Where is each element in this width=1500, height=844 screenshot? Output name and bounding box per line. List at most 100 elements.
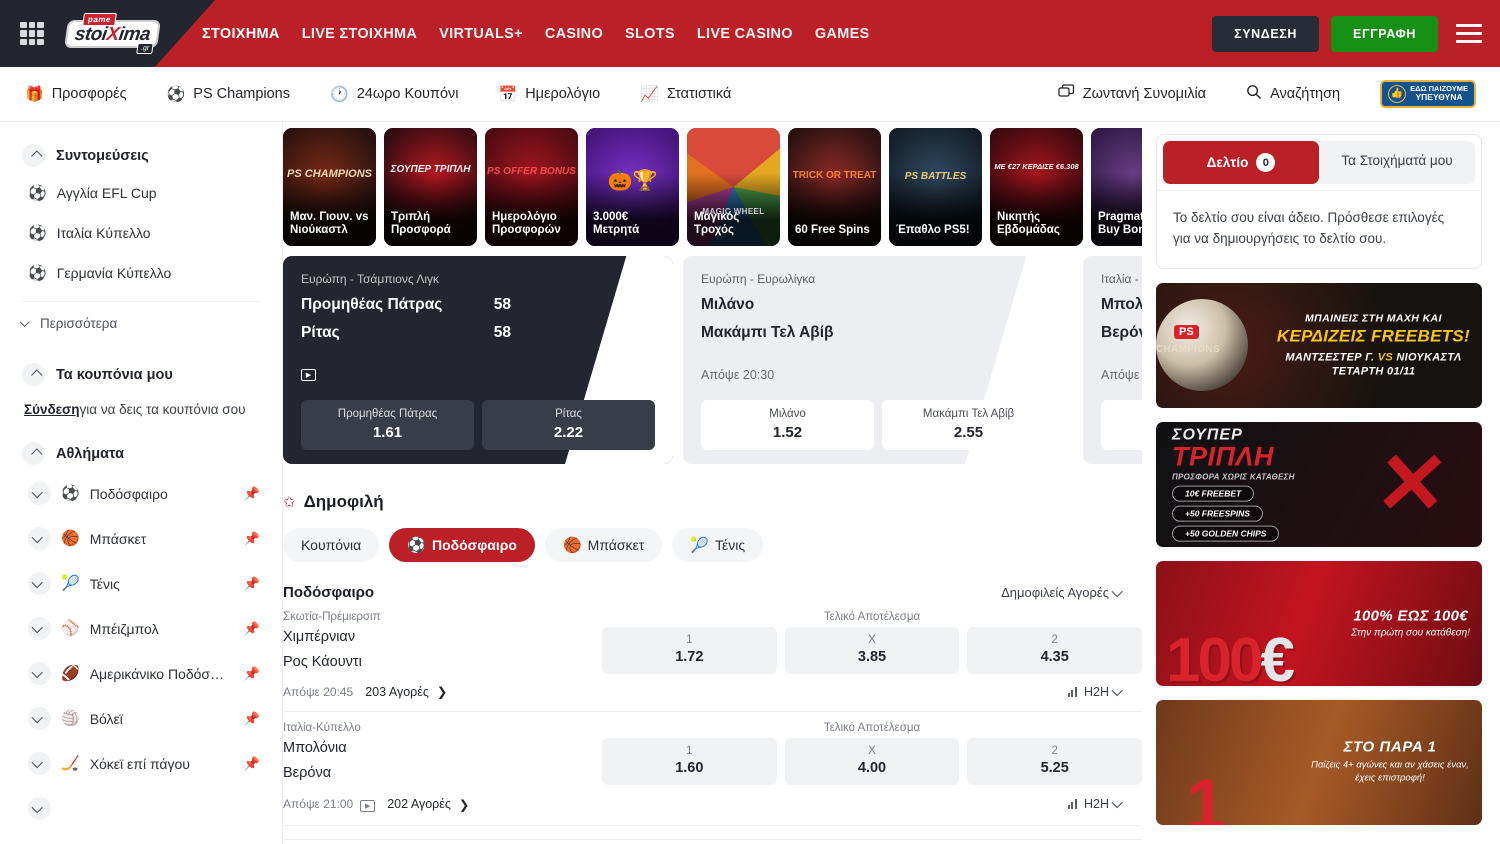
nav-item-stoixima[interactable]: ΣΤΟΙΧΗΜΑ [202, 26, 280, 42]
sidebar-show-more[interactable]: Περισσότερα [22, 302, 260, 341]
featured-odd-button-1[interactable]: 1 1.60 [1101, 400, 1142, 450]
tab-coupons[interactable]: Κουπόνια [283, 528, 379, 562]
odd-button-x[interactable]: X 4.00 [785, 738, 960, 785]
pin-icon[interactable]: 📌 [244, 711, 260, 727]
chevron-down-icon[interactable] [28, 707, 51, 730]
nav-item-slots[interactable]: SLOTS [625, 26, 675, 42]
promo-tile-60-free-spins[interactable]: TRICK OR TREAT 🎰 60 Free Spins [788, 128, 881, 246]
nav-item-casino[interactable]: CASINO [545, 26, 603, 42]
odd-button-2[interactable]: 2 4.35 [967, 627, 1142, 674]
search-button[interactable]: Αναζήτηση [1246, 84, 1340, 104]
betslip-tab-slip[interactable]: Δελτίο 0 [1163, 141, 1319, 184]
sidebar-sport-ice-hockey[interactable]: 🏒 Χόκεϊ επί πάγου 📌 [22, 741, 260, 786]
big-x-graphic: ✕ [1371, 441, 1452, 527]
featured-odd-button-home[interactable]: Μιλάνο 1.52 [701, 400, 874, 450]
sidebar-section-shortcuts[interactable]: Συντομεύσεις [22, 144, 260, 167]
betslip-tab-mybets[interactable]: Τα Στοιχήματά μου [1319, 141, 1475, 184]
subnav-item-ps-champions[interactable]: ⚽ PS Champions [167, 86, 290, 102]
chevron-down-icon[interactable] [28, 662, 51, 685]
rail-banner-super-tripli[interactable]: ✕ ΣΟΥΠΕΡ ΤΡΙΠΛΗ ΠΡΟΣΦΟΡΑ ΧΩΡΙΣ ΚΑΤΑΘΕΣΗ … [1156, 422, 1482, 547]
odd-button-2[interactable]: 2 5.25 [967, 738, 1142, 785]
promo-tile-tripli-prosfora[interactable]: ΣΟΥΠΕΡ ΤΡΙΠΛΗ 🎁 Τριπλή Προσφορά [384, 128, 477, 246]
sidebar-item-efl-cup[interactable]: ⚽ Αγγλία EFL Cup [22, 173, 260, 213]
responsible-gaming-badge[interactable]: 👍 ΕΔΩ ΠΑΙΖΟΥΜΕ ΥΠΕΥΘΥΝΑ [1380, 80, 1476, 108]
sidebar-sport-baseball[interactable]: ⚾ Μπέιζμπολ 📌 [22, 606, 260, 651]
sidebar-sport-football[interactable]: ⚽ Ποδόσφαιρο 📌 [22, 471, 260, 516]
promo-tile-pragmatic-buy-bonus[interactable]: 🎰 Pragmatic Buy Bonus [1091, 128, 1142, 246]
sidebar-sport-tennis[interactable]: 🎾 Τένις 📌 [22, 561, 260, 606]
nav-item-games[interactable]: GAMES [815, 26, 870, 42]
event-info[interactable]: Σκωτία-Πρέμιερσιπ Χιμπέρνιαν Ρος Κάουντι [283, 611, 602, 674]
promo-tile-ps5-prize[interactable]: PS BATTLES 🎁 Έπαθλο PS5! [889, 128, 982, 246]
featured-odd-value-away: 2.22 [486, 424, 651, 441]
sidebar-sport-next-partial[interactable] [22, 786, 260, 831]
markets-selector[interactable]: Δημοφιλείς Αγορές [1001, 585, 1142, 600]
login-button[interactable]: ΣΥΝΔΕΣΗ [1212, 16, 1319, 52]
chevron-down-icon[interactable] [28, 617, 51, 640]
featured-odd-value-home: 1.61 [305, 424, 470, 441]
promo-tile-manutd-newcastle[interactable]: PS CHAMPIONS ⊛ Μαν. Γιουν. vs Νιούκαστλ [283, 128, 376, 246]
hamburger-menu-icon[interactable] [1456, 24, 1482, 43]
featured-odd-button-away[interactable]: Ρίτας 2.22 [482, 400, 655, 450]
event-info[interactable]: Ιταλία-Κύπελλο Μπολόνια Βερόνα [283, 722, 602, 785]
rail-banner-ps-champions[interactable]: PS CHAMPIONS ΜΠΑΙΝΕΙΣ ΣΤΗ ΜΑΧΗ ΚΑΙ ΚΕΡΔΙ… [1156, 283, 1482, 408]
pin-icon[interactable]: 📌 [244, 486, 260, 502]
promo-tile-3000-cash[interactable]: 🎃🏆 ◎ 3.000€ Μετρητά [586, 128, 679, 246]
tab-tennis[interactable]: 🎾 Τένις [672, 528, 763, 562]
subnav-item-statistics[interactable]: 📈 Στατιστικά [640, 86, 731, 102]
event-markets-link[interactable]: 202 Αγορές ❯ [387, 797, 469, 812]
subnav-item-calendar[interactable]: 📅 Ημερολόγιο [499, 86, 601, 102]
odd-button-1[interactable]: 1 1.72 [602, 627, 777, 674]
promo-tile-winner-of-week[interactable]: ΜΕ €27 ΚΕΡΔΙΣΕ €6.308 ▤ Νικητής Εβδομάδα… [990, 128, 1083, 246]
pin-icon[interactable]: 📌 [244, 531, 260, 547]
nav-item-live-casino[interactable]: LIVE CASINO [697, 26, 793, 42]
promo-label: Ημερολόγιο Προσφορών [485, 211, 578, 246]
odd-button-x[interactable]: X 3.85 [785, 627, 960, 674]
coupons-login-link[interactable]: Σύνδεση [24, 402, 80, 417]
chevron-down-icon[interactable] [28, 482, 51, 505]
event-markets-link[interactable]: 203 Αγορές ❯ [365, 684, 447, 699]
rail-banner-welcome-100[interactable]: 100€ 100% ΕΩΣ 100€ Στην πρώτη σου κατάθε… [1156, 561, 1482, 686]
featured-odd-button-home[interactable]: Προμηθέας Πάτρας 1.61 [301, 400, 474, 450]
featured-team-home-name: Προμηθέας Πάτρας [301, 296, 442, 314]
apps-grid-icon[interactable] [20, 22, 44, 46]
event-h2h-button[interactable]: H2H [1068, 685, 1142, 699]
live-chat-button[interactable]: Ζωντανή Συνομιλία [1058, 84, 1206, 103]
event-h2h-button[interactable]: H2H [1068, 797, 1142, 811]
featured-match-card-euroleague[interactable]: Ευρώπη - Ευρωλίγκα Μιλάνο Μακάμπι Τελ Αβ… [683, 256, 1073, 464]
subnav-item-offers[interactable]: 🎁 Προσφορές [25, 86, 127, 102]
featured-odd-label-away: Ρίτας [486, 408, 651, 420]
nav-item-virtuals[interactable]: VIRTUALS+ [439, 26, 523, 42]
promo-tile-magic-wheel[interactable]: MAGIC WHEEL 🎁 Μαγικός Τροχός [687, 128, 780, 246]
odd-button-1[interactable]: 1 1.60 [602, 738, 777, 785]
featured-odd-button-away[interactable]: Μακάμπι Τελ Αβίβ 2.55 [882, 400, 1055, 450]
sidebar-sport-american-football[interactable]: 🏈 Αμερικάνικο Ποδόσ… 📌 [22, 651, 260, 696]
sidebar-sport-basketball[interactable]: 🏀 Μπάσκετ 📌 [22, 516, 260, 561]
signup-button[interactable]: ΕΓΓΡΑΦΗ [1331, 16, 1438, 52]
chevron-down-icon [1112, 585, 1123, 596]
sidebar-item-germany-cup[interactable]: ⚽ Γερμανία Κύπελλο [22, 253, 260, 293]
pin-icon[interactable]: 📌 [244, 756, 260, 772]
event-league: Σκωτία-Πρέμιερσιπ [283, 611, 592, 623]
tab-football[interactable]: ⚽ Ποδόσφαιρο [389, 528, 535, 562]
pin-icon[interactable]: 📌 [244, 576, 260, 592]
featured-match-card-live[interactable]: Ευρώπη - Τσάμπιονς Λιγκ Προμηθέας Πάτρας… [283, 256, 673, 464]
soccer-ball-icon: ⚽ [167, 87, 186, 102]
promo-tile-imerologio-prosforon[interactable]: PS OFFER BONUS ▤ Ημερολόγιο Προσφορών [485, 128, 578, 246]
sidebar-section-sports[interactable]: Αθλήματα [22, 442, 260, 465]
chevron-down-icon[interactable] [28, 572, 51, 595]
pin-icon[interactable]: 📌 [244, 666, 260, 682]
nav-item-live-stoixima[interactable]: LIVE ΣΤΟΙΧΗΜΑ [302, 26, 417, 42]
sidebar-item-italy-cup[interactable]: ⚽ Ιταλία Κύπελλο [22, 213, 260, 253]
pin-icon[interactable]: 📌 [244, 621, 260, 637]
sidebar-section-my-coupons[interactable]: Τα κουπόνια μου [22, 363, 260, 386]
tab-basketball[interactable]: 🏀 Μπάσκετ [545, 528, 662, 562]
chevron-down-icon[interactable] [28, 527, 51, 550]
subnav-item-24h-coupon[interactable]: 🕐 24ωρο Κουπόνι [330, 86, 459, 102]
featured-match-card-italy-cup[interactable]: Ιταλία - Κύπελλο Μπολόνια Βερόνα Απόψε 2… [1083, 256, 1142, 464]
sidebar-sport-volleyball[interactable]: 🏐 Βόλεϊ 📌 [22, 696, 260, 741]
chevron-down-icon[interactable] [28, 752, 51, 775]
site-logo[interactable]: pame stoiXima .gr [60, 10, 166, 58]
rail-banner-sto-para-1[interactable]: 1 ΣΤΟ ΠΑΡΑ 1 Παίζεις 4+ αγώνες και αν χά… [1156, 700, 1482, 825]
chevron-down-icon[interactable] [28, 797, 51, 820]
